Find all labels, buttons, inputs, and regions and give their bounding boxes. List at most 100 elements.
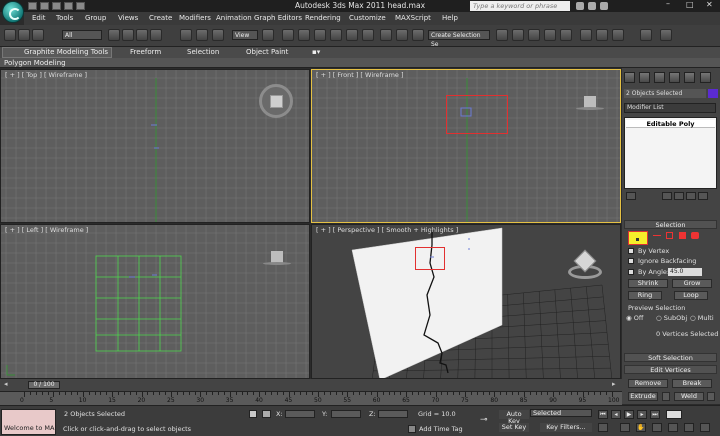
- render-iterative-icon[interactable]: [640, 29, 652, 41]
- layer-manager-icon[interactable]: [496, 29, 508, 41]
- ring-button[interactable]: Ring: [628, 291, 662, 300]
- spinner-snap-icon[interactable]: [362, 29, 374, 41]
- ribbon-options-icon[interactable]: ▪▾: [312, 48, 320, 56]
- move-icon[interactable]: [180, 29, 192, 41]
- viewport-label[interactable]: [ + ] [ Left ] [ Wireframe ]: [5, 226, 88, 234]
- pan-icon[interactable]: ✋: [636, 423, 646, 432]
- polygon-mode-icon[interactable]: [679, 232, 686, 239]
- render-setup-icon[interactable]: [580, 29, 592, 41]
- menu-help[interactable]: Help: [442, 14, 458, 22]
- rotate-icon[interactable]: [196, 29, 208, 41]
- viewcube-icon[interactable]: [568, 249, 602, 281]
- motion-tab-icon[interactable]: [669, 72, 680, 83]
- menu-create[interactable]: Create: [149, 14, 172, 22]
- remove-modifier-icon[interactable]: [686, 192, 696, 200]
- configure-sets-icon[interactable]: [698, 192, 708, 200]
- viewport-top[interactable]: [ + ] [ Top ] [ Wireframe ]: [0, 69, 310, 223]
- ignore-backfacing-checkbox[interactable]: [628, 258, 634, 264]
- menu-tools[interactable]: Tools: [56, 14, 73, 22]
- unlink-icon[interactable]: [18, 29, 30, 41]
- viewport-label[interactable]: [ + ] [ Perspective ] [ Smooth + Highlig…: [316, 226, 458, 234]
- minimize-icon[interactable]: –: [666, 0, 670, 8]
- new-file-icon[interactable]: [28, 2, 37, 10]
- absolute-mode-icon[interactable]: [262, 410, 271, 418]
- track-bar[interactable]: 0 5 10 15 20 25 30 35 40 45 50 55 60 65 70 75 80 85 90 95 10…: [0, 391, 622, 405]
- border-mode-icon[interactable]: [666, 232, 673, 239]
- zoom-icon[interactable]: [668, 423, 678, 432]
- pin-stack-icon[interactable]: [626, 192, 636, 200]
- select-manipulate-icon[interactable]: [282, 29, 294, 41]
- panel-polygon-modeling[interactable]: Polygon Modeling: [4, 59, 66, 67]
- by-angle-checkbox[interactable]: [628, 269, 634, 275]
- object-name-field[interactable]: 2 Objects Selected: [624, 89, 706, 98]
- app-logo[interactable]: [2, 1, 24, 23]
- preview-off-radio[interactable]: ◉ Off: [626, 314, 643, 322]
- edit-named-selection-icon[interactable]: [380, 29, 392, 41]
- graphite-toggle-icon[interactable]: [512, 29, 524, 41]
- set-key-button[interactable]: Set Key: [499, 423, 529, 432]
- go-to-end-icon[interactable]: ⏭: [650, 410, 660, 419]
- viewport-label[interactable]: [ + ] [ Front ] [ Wireframe ]: [316, 71, 404, 79]
- key-mode-dropdown[interactable]: Selected: [530, 409, 592, 417]
- render-production-icon[interactable]: [612, 29, 624, 41]
- by-vertex-checkbox[interactable]: [628, 248, 634, 254]
- play-icon[interactable]: ▶: [624, 410, 634, 419]
- snaps-toggle-icon[interactable]: [314, 29, 326, 41]
- y-coordinate-field[interactable]: [331, 410, 361, 418]
- next-frame-icon[interactable]: ▸: [637, 410, 647, 419]
- add-time-tag-icon[interactable]: [408, 425, 416, 433]
- create-tab-icon[interactable]: [624, 72, 635, 83]
- tab-object-paint[interactable]: Object Paint: [246, 48, 288, 56]
- percent-snap-icon[interactable]: [346, 29, 358, 41]
- viewport-label[interactable]: [ + ] [ Top ] [ Wireframe ]: [5, 71, 87, 79]
- utilities-tab-icon[interactable]: [700, 72, 711, 83]
- select-by-name-icon[interactable]: [122, 29, 134, 41]
- viewcube-icon[interactable]: [263, 251, 291, 267]
- time-config-icon[interactable]: [620, 423, 630, 432]
- redo-icon[interactable]: [76, 2, 85, 10]
- vertex-mode-button[interactable]: [628, 231, 648, 245]
- schematic-view-icon[interactable]: [544, 29, 556, 41]
- viewport-front[interactable]: [ + ] [ Front ] [ Wireframe ]: [311, 69, 621, 223]
- extrude-settings-button[interactable]: [662, 392, 670, 401]
- menu-group[interactable]: Group: [85, 14, 106, 22]
- pivot-center-icon[interactable]: [262, 29, 274, 41]
- preview-subobj-radio[interactable]: ○ SubObj: [656, 314, 687, 322]
- maximize-icon[interactable]: □: [686, 0, 694, 9]
- auto-key-button[interactable]: Auto Key: [499, 410, 529, 425]
- add-time-tag-label[interactable]: Add Time Tag: [419, 425, 463, 433]
- tab-selection[interactable]: Selection: [187, 48, 219, 56]
- named-selection-sets-dropdown[interactable]: Create Selection Se: [428, 30, 490, 48]
- modify-tab-icon[interactable]: [639, 72, 650, 83]
- material-editor-icon[interactable]: [560, 29, 572, 41]
- key-mode-toggle-icon[interactable]: [598, 423, 608, 432]
- extrude-button[interactable]: Extrude: [628, 392, 658, 401]
- grow-button[interactable]: Grow: [672, 279, 712, 288]
- tab-freeform[interactable]: Freeform: [130, 48, 161, 56]
- link-icon[interactable]: [4, 29, 16, 41]
- binoculars-icon[interactable]: [576, 2, 584, 10]
- show-end-result-icon[interactable]: [662, 192, 672, 200]
- window-crossing-icon[interactable]: [150, 29, 162, 41]
- weld-settings-button[interactable]: [707, 392, 715, 401]
- help-icon[interactable]: [600, 2, 608, 10]
- close-icon[interactable]: ✕: [706, 0, 713, 9]
- x-coordinate-field[interactable]: [285, 410, 315, 418]
- maxscript-listener[interactable]: Welcome to MA: [1, 409, 56, 435]
- select-object-icon[interactable]: [108, 29, 120, 41]
- lock-selection-icon[interactable]: [249, 410, 257, 418]
- scale-icon[interactable]: [212, 29, 224, 41]
- previous-frame-icon[interactable]: ◂: [611, 410, 621, 419]
- undo-icon[interactable]: [64, 2, 73, 10]
- selection-filter-dropdown[interactable]: All: [62, 30, 102, 40]
- menu-animation[interactable]: Animation: [216, 14, 252, 22]
- go-to-start-icon[interactable]: ⏮: [598, 410, 608, 419]
- key-filters-button[interactable]: Key Filters...: [540, 423, 592, 432]
- field-of-view-icon[interactable]: [684, 423, 694, 432]
- viewport-left[interactable]: [ + ] [ Left ] [ Wireframe ]: [0, 224, 310, 379]
- break-button[interactable]: Break: [672, 379, 712, 388]
- loop-button[interactable]: Loop: [674, 291, 708, 300]
- maximize-viewport-icon[interactable]: [700, 423, 710, 432]
- stack-item-editable-poly[interactable]: Editable Poly: [626, 120, 715, 128]
- viewport-perspective[interactable]: [ + ] [ Perspective ] [ Smooth + Highlig…: [311, 224, 621, 379]
